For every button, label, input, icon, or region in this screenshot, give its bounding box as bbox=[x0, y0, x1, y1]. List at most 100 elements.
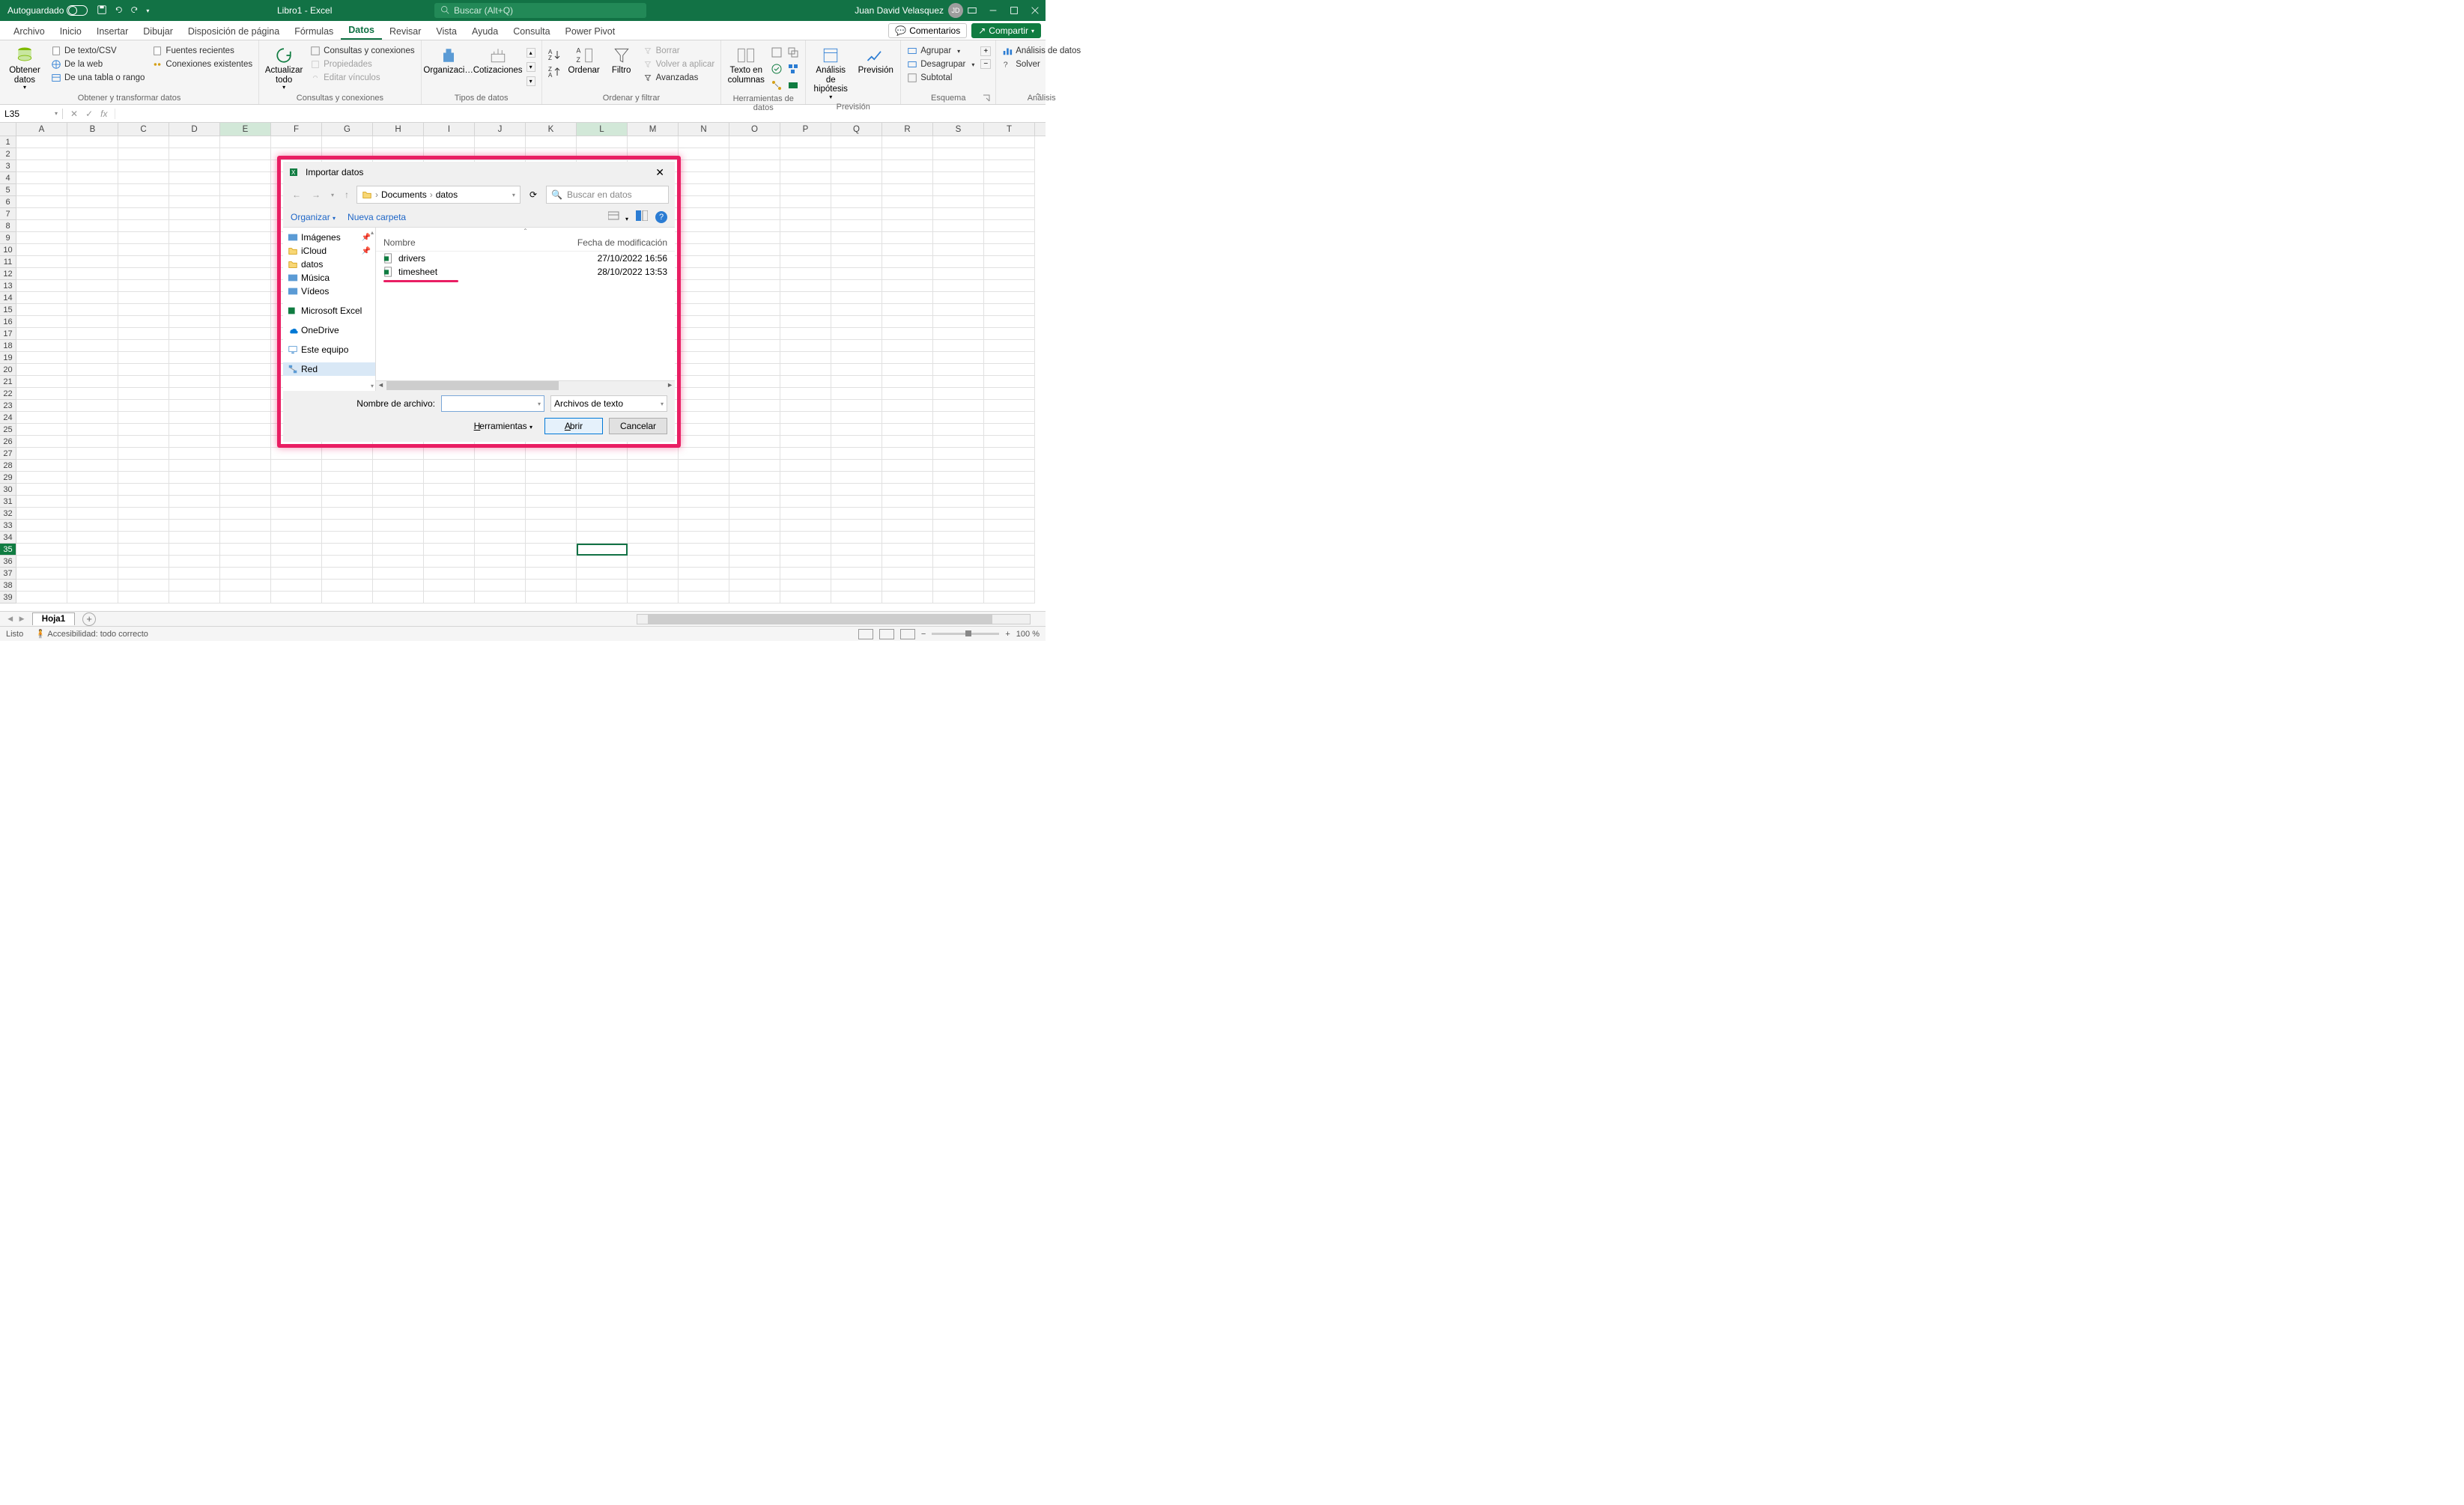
cell[interactable] bbox=[933, 484, 984, 496]
cell[interactable] bbox=[882, 568, 933, 580]
cell[interactable] bbox=[679, 328, 729, 340]
cell[interactable] bbox=[118, 352, 169, 364]
fx-icon[interactable]: fx bbox=[100, 109, 107, 119]
cell[interactable] bbox=[475, 136, 526, 148]
cell[interactable] bbox=[882, 292, 933, 304]
zoom-slider[interactable] bbox=[932, 633, 999, 635]
column-header-N[interactable]: N bbox=[679, 123, 729, 136]
cell[interactable] bbox=[984, 148, 1035, 160]
cell[interactable] bbox=[933, 148, 984, 160]
cell[interactable] bbox=[831, 292, 882, 304]
row-header-37[interactable]: 37 bbox=[0, 568, 16, 580]
cell[interactable] bbox=[831, 340, 882, 352]
cell[interactable] bbox=[729, 580, 780, 592]
cell[interactable] bbox=[679, 544, 729, 556]
row-header-35[interactable]: 35 bbox=[0, 544, 16, 556]
cell[interactable] bbox=[577, 496, 628, 508]
cell[interactable] bbox=[118, 148, 169, 160]
cell[interactable] bbox=[220, 424, 271, 436]
cell[interactable] bbox=[831, 520, 882, 532]
cell[interactable] bbox=[67, 148, 118, 160]
cell[interactable] bbox=[933, 160, 984, 172]
cell[interactable] bbox=[984, 196, 1035, 208]
cell[interactable] bbox=[729, 244, 780, 256]
cell[interactable] bbox=[322, 556, 373, 568]
tab-datos[interactable]: Datos bbox=[341, 22, 382, 40]
tree-item-datos[interactable]: datos bbox=[283, 258, 375, 271]
cell[interactable] bbox=[831, 532, 882, 544]
cell[interactable] bbox=[780, 220, 831, 232]
cell[interactable] bbox=[984, 244, 1035, 256]
cell[interactable] bbox=[475, 520, 526, 532]
column-header-T[interactable]: T bbox=[984, 123, 1035, 136]
cell[interactable] bbox=[16, 460, 67, 472]
cell[interactable] bbox=[729, 304, 780, 316]
cell[interactable] bbox=[424, 460, 475, 472]
cell[interactable] bbox=[984, 388, 1035, 400]
cell[interactable] bbox=[373, 592, 424, 603]
cell[interactable] bbox=[679, 568, 729, 580]
cell[interactable] bbox=[882, 172, 933, 184]
data-validation-icon[interactable] bbox=[771, 63, 784, 76]
cell[interactable] bbox=[729, 232, 780, 244]
cell[interactable] bbox=[729, 292, 780, 304]
cell[interactable] bbox=[67, 424, 118, 436]
name-box[interactable]: L35▾ bbox=[0, 109, 63, 119]
cell[interactable] bbox=[984, 484, 1035, 496]
cell[interactable] bbox=[933, 592, 984, 603]
cell[interactable] bbox=[780, 256, 831, 268]
cell[interactable] bbox=[933, 136, 984, 148]
row-header-9[interactable]: 9 bbox=[0, 232, 16, 244]
cell[interactable] bbox=[169, 232, 220, 244]
cell[interactable] bbox=[169, 160, 220, 172]
cell[interactable] bbox=[16, 400, 67, 412]
cell[interactable] bbox=[67, 400, 118, 412]
cell[interactable] bbox=[424, 580, 475, 592]
cell[interactable] bbox=[322, 532, 373, 544]
tab-revisar[interactable]: Revisar bbox=[382, 23, 428, 40]
cell[interactable] bbox=[271, 568, 322, 580]
cell[interactable] bbox=[831, 244, 882, 256]
cell[interactable] bbox=[984, 364, 1035, 376]
tree-item-red[interactable]: Red bbox=[283, 362, 375, 376]
row-header-36[interactable]: 36 bbox=[0, 556, 16, 568]
cell[interactable] bbox=[169, 580, 220, 592]
cell[interactable] bbox=[424, 508, 475, 520]
cell[interactable] bbox=[577, 544, 628, 556]
cell[interactable] bbox=[933, 304, 984, 316]
cell[interactable] bbox=[118, 136, 169, 148]
cell[interactable] bbox=[169, 412, 220, 424]
cell[interactable] bbox=[882, 160, 933, 172]
cell[interactable] bbox=[882, 136, 933, 148]
cell[interactable] bbox=[984, 556, 1035, 568]
cell[interactable] bbox=[169, 304, 220, 316]
cell[interactable] bbox=[933, 400, 984, 412]
cell[interactable] bbox=[475, 472, 526, 484]
sort-asc-icon[interactable]: AZ bbox=[547, 48, 562, 64]
tab-archivo[interactable]: Archivo bbox=[6, 23, 52, 40]
column-header-A[interactable]: A bbox=[16, 123, 67, 136]
cell[interactable] bbox=[16, 580, 67, 592]
preview-pane-icon[interactable] bbox=[636, 210, 648, 223]
cell[interactable] bbox=[424, 592, 475, 603]
flash-fill-icon[interactable] bbox=[771, 46, 784, 60]
row-header-3[interactable]: 3 bbox=[0, 160, 16, 172]
cell[interactable] bbox=[933, 520, 984, 532]
cell[interactable] bbox=[984, 232, 1035, 244]
cell[interactable] bbox=[780, 520, 831, 532]
cell[interactable] bbox=[679, 376, 729, 388]
cell[interactable] bbox=[679, 208, 729, 220]
row-header-1[interactable]: 1 bbox=[0, 136, 16, 148]
cell[interactable] bbox=[679, 388, 729, 400]
cell[interactable] bbox=[679, 556, 729, 568]
cell[interactable] bbox=[271, 460, 322, 472]
cell[interactable] bbox=[831, 508, 882, 520]
cell[interactable] bbox=[424, 520, 475, 532]
cell[interactable] bbox=[882, 532, 933, 544]
cell[interactable] bbox=[169, 136, 220, 148]
cell[interactable] bbox=[16, 544, 67, 556]
row-header-14[interactable]: 14 bbox=[0, 292, 16, 304]
cell[interactable] bbox=[220, 280, 271, 292]
cell[interactable] bbox=[831, 304, 882, 316]
cell[interactable] bbox=[933, 496, 984, 508]
